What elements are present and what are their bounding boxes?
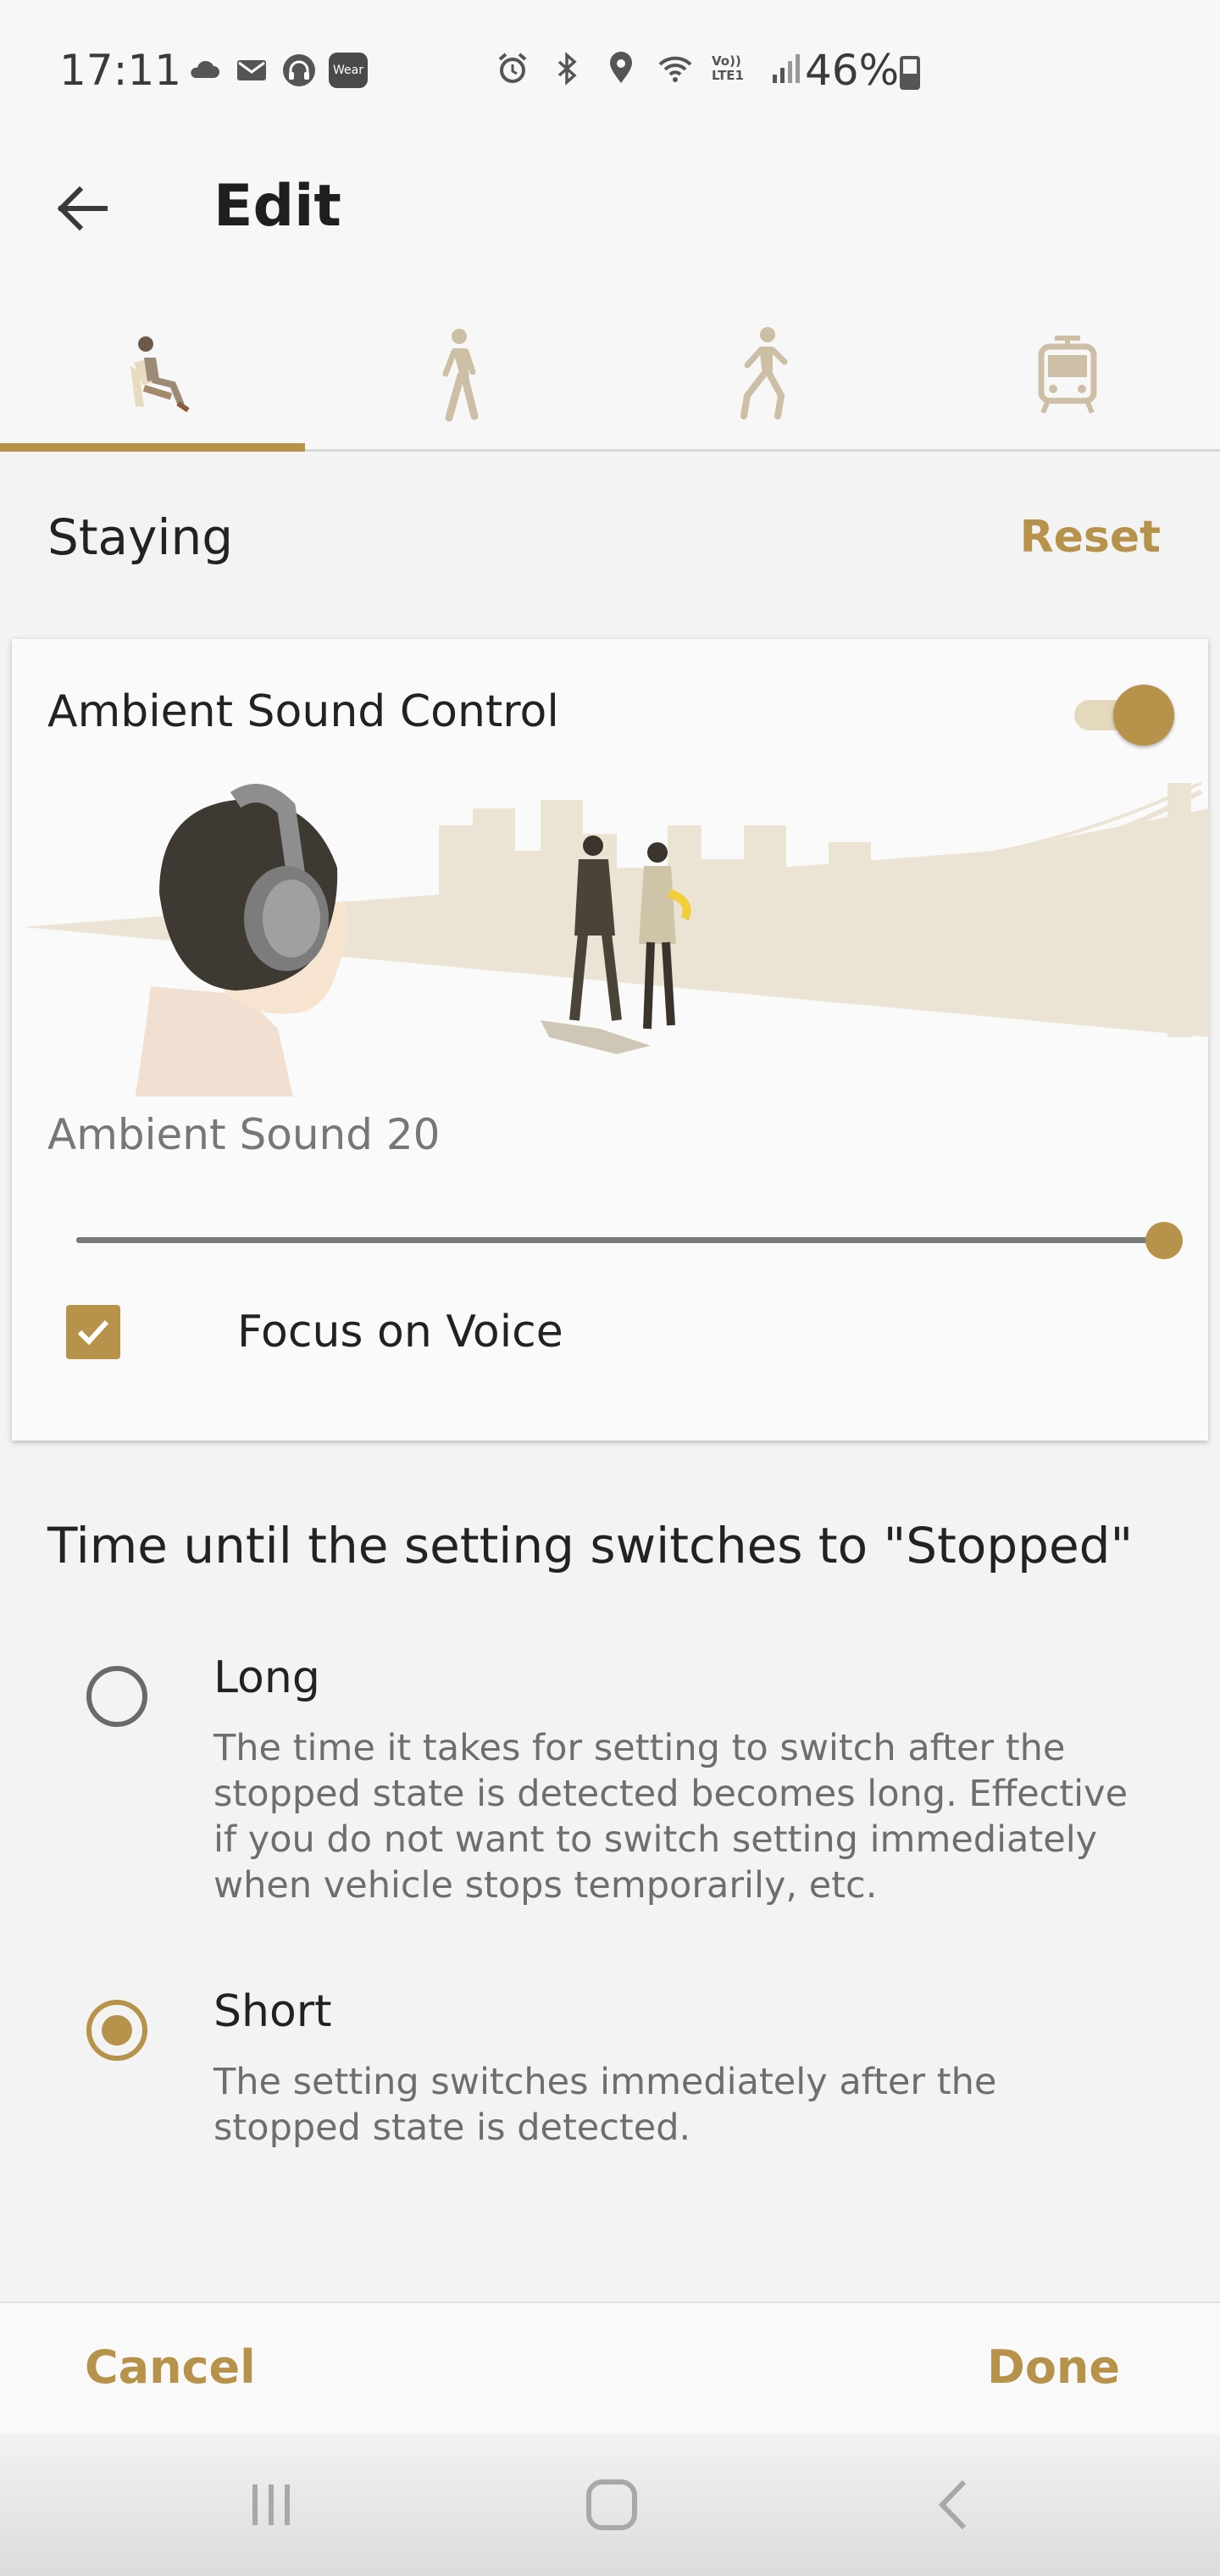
- checkmark-icon: [77, 1319, 109, 1346]
- location-icon: [610, 52, 632, 83]
- toggle-knob: [1113, 685, 1174, 746]
- ambient-sound-card: Ambient Sound Control Ambient Sound 20 F…: [12, 639, 1210, 1441]
- tab-walking[interactable]: [305, 302, 610, 449]
- option-short-label: Short: [214, 1986, 332, 2037]
- home-icon: [586, 2479, 637, 2530]
- mail-icon: [237, 60, 266, 80]
- time-until-stopped-title: Time until the setting switches to "Stop…: [47, 1517, 1134, 1574]
- wifi-icon: [658, 56, 692, 82]
- ambient-sound-slider[interactable]: [76, 1215, 1183, 1266]
- ambient-sound-level-label: Ambient Sound 20: [47, 1110, 441, 1159]
- focus-on-voice-label: Focus on Voice: [237, 1307, 563, 1357]
- radio-short[interactable]: [86, 2000, 147, 2061]
- cancel-button[interactable]: Cancel: [85, 2340, 256, 2394]
- activity-tabs: [0, 302, 1220, 452]
- page-title: Edit: [214, 173, 341, 240]
- walking-person-icon: [442, 329, 479, 422]
- recent-apps-button[interactable]: [237, 2471, 305, 2539]
- alarm-icon: [498, 53, 527, 83]
- mode-title: Staying: [47, 508, 234, 566]
- reset-button[interactable]: Reset: [1020, 512, 1161, 563]
- headphones-icon: [283, 54, 315, 86]
- option-long-description: The time it takes for setting to switch …: [214, 1727, 1128, 1907]
- tram-icon: [1038, 336, 1097, 414]
- arrow-left-icon: [57, 186, 108, 231]
- slider-rail: [76, 1237, 1164, 1243]
- tab-running[interactable]: [610, 302, 915, 449]
- running-person-icon: [740, 327, 788, 419]
- home-button[interactable]: [578, 2471, 646, 2539]
- back-button[interactable]: [49, 175, 117, 242]
- ambient-sound-illustration: [24, 781, 1210, 1096]
- status-bar: 17:11 Wear Vo)) LTE1 46%: [0, 0, 1220, 149]
- ambient-sound-control-label: Ambient Sound Control: [47, 686, 559, 737]
- volte-icon: Vo)) LTE1: [712, 53, 744, 83]
- signal-icon: [773, 54, 800, 83]
- slider-thumb[interactable]: [1145, 1222, 1183, 1259]
- app-bar: Edit: [0, 149, 1220, 302]
- system-icons: Vo)) LTE1: [495, 51, 803, 86]
- edit-screen: 17:11 Wear Vo)) LTE1 46% Edit Staying Re…: [0, 0, 1220, 2576]
- status-time: 17:11: [59, 46, 182, 95]
- wear-icon: Wear: [329, 53, 368, 88]
- sitting-person-icon: [130, 336, 190, 413]
- tab-transport[interactable]: [915, 302, 1220, 449]
- cloud-icon: [191, 60, 219, 78]
- battery-icon: [900, 56, 920, 90]
- done-button[interactable]: Done: [987, 2340, 1120, 2394]
- option-short-description: The setting switches immediately after t…: [214, 2061, 997, 2149]
- action-bar: Cancel Done: [0, 2301, 1220, 2435]
- navigation-bar: [0, 2434, 1220, 2576]
- battery-percent: 46%: [805, 46, 900, 95]
- tab-staying[interactable]: [0, 302, 305, 452]
- radio-long[interactable]: [86, 1666, 147, 1727]
- focus-on-voice-checkbox[interactable]: [66, 1305, 120, 1359]
- nav-back-button[interactable]: [918, 2471, 986, 2539]
- back-icon: [938, 2479, 967, 2530]
- notification-icons: Wear: [186, 53, 368, 88]
- recent-apps-icon: [252, 2484, 290, 2525]
- bluetooth-icon: [557, 52, 577, 86]
- ambient-sound-toggle[interactable]: [1064, 680, 1174, 747]
- option-long-label: Long: [214, 1652, 320, 1703]
